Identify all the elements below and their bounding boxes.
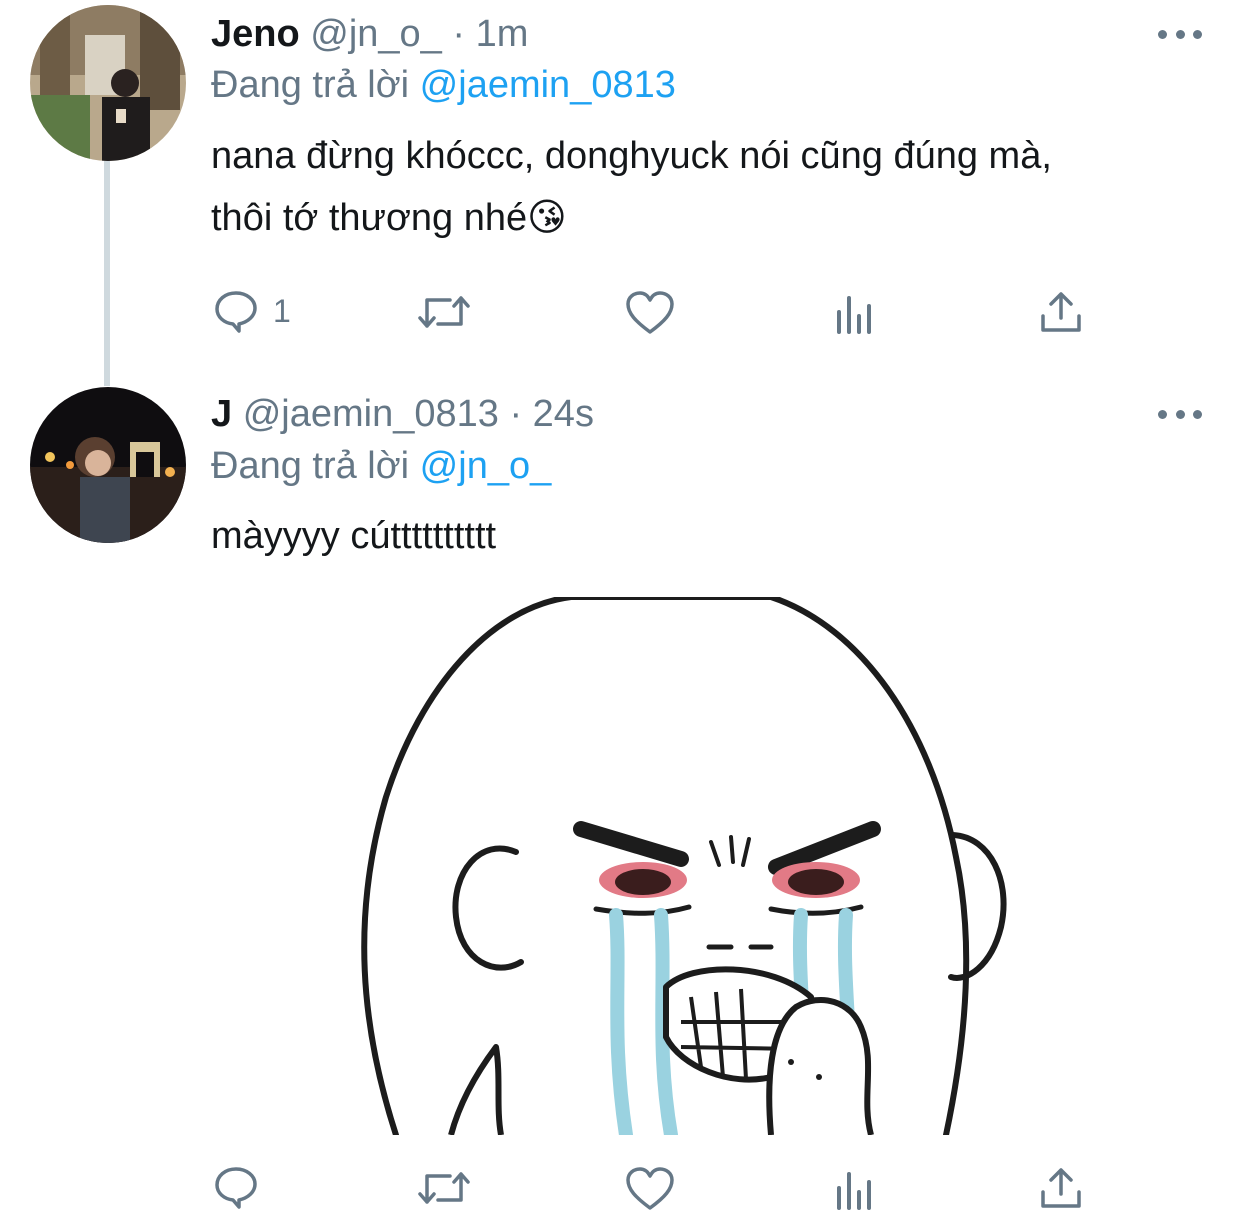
reply-icon [215, 291, 257, 333]
retweet-icon [418, 1172, 470, 1204]
avatar-j[interactable] [30, 387, 186, 543]
analytics-icon [837, 296, 871, 334]
reply-icon [215, 1167, 257, 1209]
user-handle[interactable]: @jn_o_ [310, 13, 442, 55]
display-name[interactable]: J [211, 393, 232, 435]
tweet-header: J @jaemin_0813 · 24s [211, 391, 594, 437]
mention-link[interactable]: @jaemin_0813 [420, 64, 676, 106]
avatar-jeno[interactable] [30, 5, 186, 161]
timestamp[interactable]: 1m [476, 13, 529, 55]
separator-dot: · [509, 393, 523, 435]
separator-dot: · [452, 13, 466, 55]
like-button[interactable] [625, 1166, 675, 1212]
reply-button[interactable]: 1 [213, 288, 291, 334]
tweet-text: nana đừng khóccc, donghyuck nói cũng đún… [211, 125, 1221, 249]
share-icon [1041, 292, 1081, 332]
tweet-text-segment: thôi tớ thương nhé [211, 197, 528, 239]
share-button[interactable] [1039, 290, 1083, 334]
tweet-media-image[interactable] [211, 597, 1221, 1135]
retweet-button[interactable] [416, 1166, 472, 1210]
reply-count: 1 [273, 292, 291, 329]
crying-cartoon-illustration [211, 597, 1221, 1135]
replying-to: Đang trả lời @jn_o_ [211, 443, 551, 489]
analytics-button[interactable] [834, 1168, 878, 1210]
share-button[interactable] [1039, 1166, 1083, 1210]
tweet-text-line: thôi tớ thương nhé😘 [211, 187, 1221, 249]
replying-to: Đang trả lời @jaemin_0813 [211, 62, 676, 108]
thread-connector-line [104, 158, 110, 386]
like-icon [626, 1167, 674, 1210]
tweet-header: Jeno @jn_o_ · 1m [211, 11, 528, 57]
analytics-icon [837, 1172, 871, 1210]
reply-button[interactable] [213, 1164, 273, 1210]
more-icon[interactable] [1158, 27, 1202, 41]
tweet-text-line: nana đừng khóccc, donghyuck nói cũng đún… [211, 135, 1052, 177]
more-icon[interactable] [1158, 407, 1202, 421]
retweet-button[interactable] [416, 290, 472, 334]
retweet-icon [418, 296, 470, 328]
mention-link[interactable]: @jn_o_ [420, 445, 552, 487]
like-button[interactable] [625, 290, 675, 336]
timestamp[interactable]: 24s [533, 393, 594, 435]
display-name[interactable]: Jeno [211, 13, 300, 55]
tweet-text-line: màyyyy cútttttttttt [211, 515, 497, 557]
share-icon [1041, 1168, 1081, 1208]
kiss-emoji: 😘 [527, 197, 567, 239]
user-handle[interactable]: @jaemin_0813 [243, 393, 499, 435]
replying-to-label: Đang trả lời [211, 445, 410, 487]
replying-to-label: Đang trả lời [211, 64, 410, 106]
like-icon [626, 291, 674, 334]
analytics-button[interactable] [834, 292, 878, 334]
tweet-text: màyyyy cútttttttttt [211, 505, 1221, 567]
